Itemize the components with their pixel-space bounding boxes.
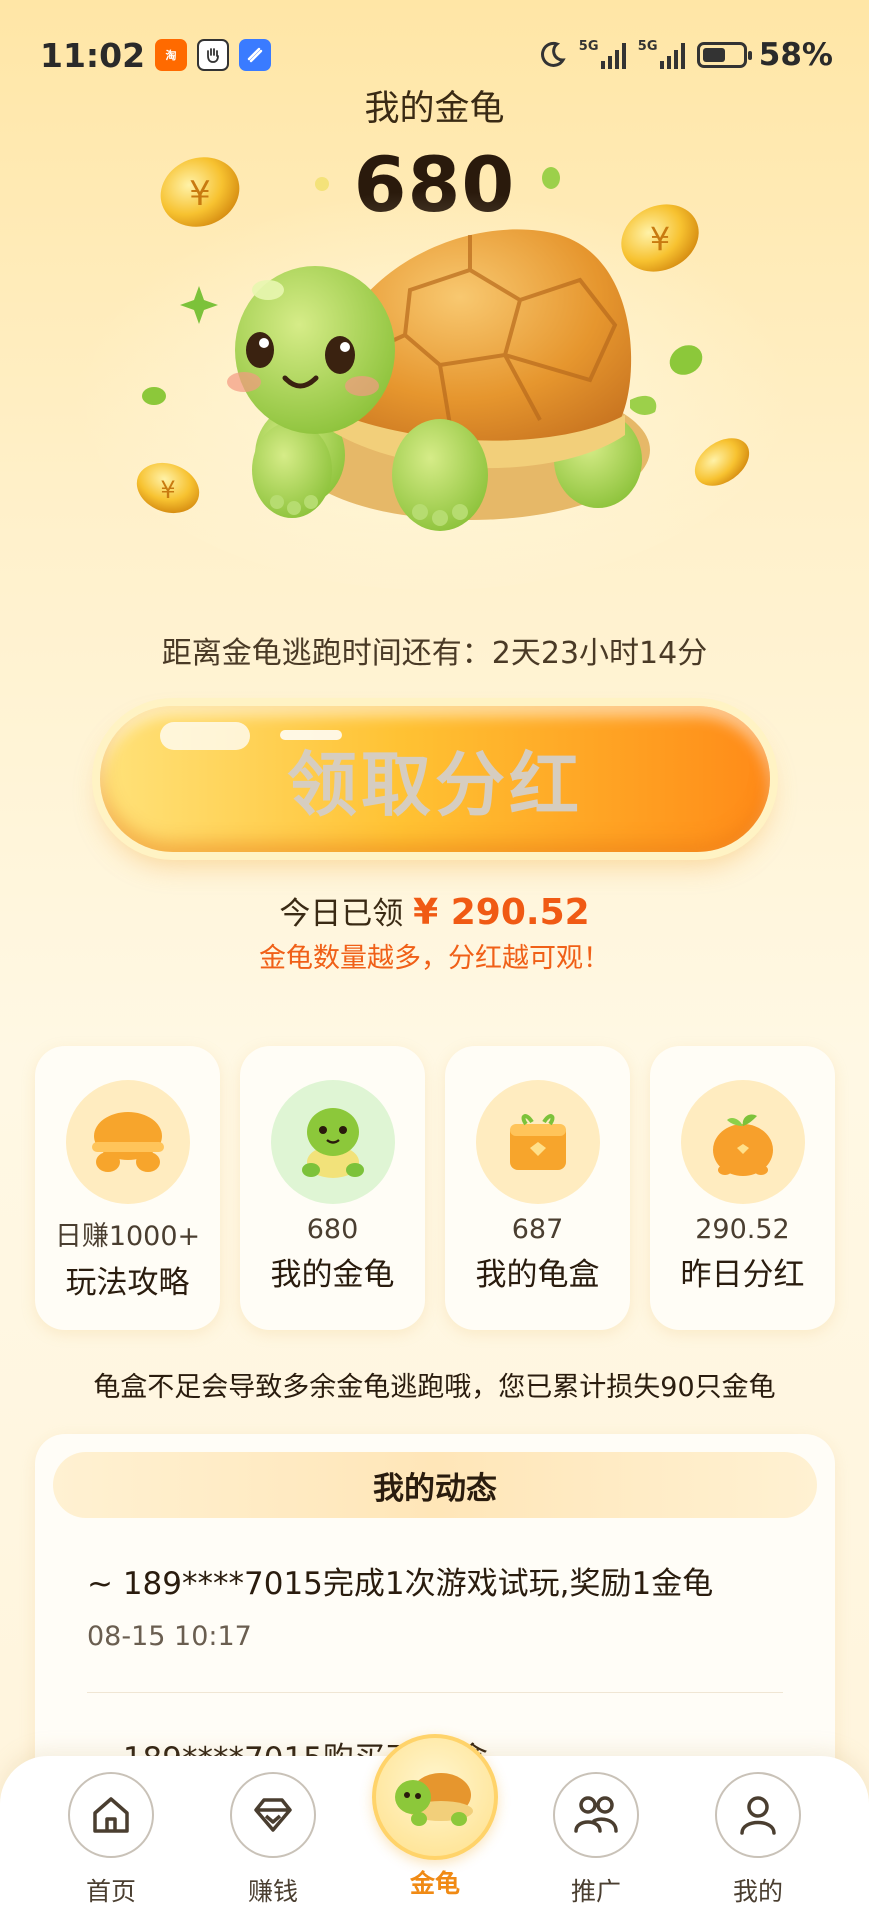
button-highlight bbox=[160, 722, 250, 750]
diamond-icon bbox=[230, 1772, 316, 1858]
card-turtle-box[interactable]: 687 我的龟盒 bbox=[445, 1046, 630, 1330]
escape-countdown: 距离金龟逃跑时间还有：2天23小时14分 bbox=[161, 636, 708, 671]
nav-home[interactable]: 首页 bbox=[46, 1772, 176, 1908]
today-claimed: 今日已领 ¥ 290.52 bbox=[0, 888, 869, 933]
page-title: 我的金龟 bbox=[364, 89, 505, 129]
status-indicators: 5G 5G 58% bbox=[537, 37, 833, 73]
signal-icon: 5G bbox=[578, 39, 626, 69]
button-highlight bbox=[280, 730, 342, 740]
card-yesterday-dividend-label: 昨日分红 bbox=[680, 1257, 805, 1293]
card-strategy[interactable]: 日赚1000+ 玩法攻略 bbox=[35, 1046, 220, 1330]
escape-warning: 龟盒不足会导致多余金龟逃跑哦，您已累计损失90只金龟 bbox=[93, 1372, 776, 1403]
golden-turtle-illustration: ¥ ¥ ¥ bbox=[74, 157, 794, 590]
nav-turtle[interactable]: 金龟 bbox=[372, 1734, 498, 1900]
card-yesterday-dividend-value: 290.52 bbox=[695, 1214, 790, 1245]
gift-box-icon bbox=[475, 1080, 600, 1204]
card-turtle-box-value: 687 bbox=[511, 1214, 564, 1245]
card-turtle-box-label: 我的龟盒 bbox=[475, 1257, 600, 1293]
nav-turtle-label: 金龟 bbox=[409, 1869, 460, 1898]
hand-icon bbox=[197, 39, 230, 71]
card-my-turtles-label: 我的金龟 bbox=[270, 1257, 395, 1293]
status-time: 11:02 bbox=[40, 35, 146, 75]
nav-promote-label: 推广 bbox=[570, 1877, 621, 1906]
network-type: 5G bbox=[637, 39, 658, 54]
activity-item-time: 08-15 10:17 bbox=[87, 1621, 252, 1652]
signal-icon: 5G bbox=[637, 39, 685, 69]
stats-cards: 日赚1000+ 玩法攻略 680 我的金龟 687 我的龟盒 290.52 昨日… bbox=[35, 1046, 835, 1330]
users-icon bbox=[553, 1772, 639, 1858]
bottom-navigation: 首页 赚钱 金龟 推广 我的 bbox=[0, 1734, 869, 1920]
turtle-icon bbox=[372, 1734, 498, 1860]
activity-item: ~ 189****7015完成1次游戏试玩,奖励1金龟 08-15 10:17 bbox=[35, 1558, 835, 1652]
battery-percent: 58% bbox=[758, 37, 833, 73]
claim-dividend-button[interactable]: 领取分红 bbox=[100, 706, 770, 852]
card-yesterday-dividend[interactable]: 290.52 昨日分红 bbox=[650, 1046, 835, 1330]
svg-text:¥: ¥ bbox=[160, 476, 175, 504]
page: 11:02 淘 5G 5G 58% 我的金龟 ¥ ¥ ¥ 距离金龟逃跑时间还有：… bbox=[0, 0, 869, 1920]
today-claimed-prefix: 今日已领 bbox=[279, 896, 404, 932]
claim-dividend-label: 领取分红 bbox=[287, 743, 583, 826]
dividend-tip: 金龟数量越多，分红越可观！ bbox=[259, 943, 610, 974]
today-claimed-amount: ¥ 290.52 bbox=[413, 892, 590, 933]
svg-text:¥: ¥ bbox=[189, 174, 211, 214]
nav-mine[interactable]: 我的 bbox=[693, 1772, 823, 1908]
nav-mine-label: 我的 bbox=[732, 1877, 783, 1906]
status-app-icons: 淘 bbox=[155, 39, 272, 71]
card-strategy-label: 玩法攻略 bbox=[65, 1265, 190, 1301]
activity-title: 我的动态 bbox=[53, 1452, 817, 1518]
browser-app-icon bbox=[239, 39, 272, 71]
card-my-turtles[interactable]: 680 我的金龟 bbox=[240, 1046, 425, 1330]
home-icon bbox=[68, 1772, 154, 1858]
network-type: 5G bbox=[578, 39, 599, 54]
divider bbox=[87, 1692, 783, 1693]
card-strategy-value: 日赚1000+ bbox=[54, 1221, 201, 1252]
card-my-turtles-value: 680 bbox=[306, 1214, 359, 1245]
user-icon bbox=[715, 1772, 801, 1858]
nav-earn[interactable]: 赚钱 bbox=[208, 1772, 338, 1908]
nav-promote[interactable]: 推广 bbox=[531, 1772, 661, 1908]
nav-home-label: 首页 bbox=[85, 1877, 136, 1906]
activity-item-text: ~ 189****7015完成1次游戏试玩,奖励1金龟 bbox=[87, 1566, 714, 1602]
turtle-icon bbox=[270, 1080, 395, 1204]
battery-fill bbox=[702, 48, 725, 62]
svg-text:¥: ¥ bbox=[650, 220, 670, 258]
battery-icon bbox=[696, 42, 752, 68]
tangerine-icon bbox=[680, 1080, 805, 1204]
turtle-shell-icon bbox=[65, 1080, 190, 1204]
moon-icon bbox=[540, 41, 566, 67]
taobao-app-icon: 淘 bbox=[155, 39, 188, 71]
nav-earn-label: 赚钱 bbox=[247, 1877, 298, 1906]
